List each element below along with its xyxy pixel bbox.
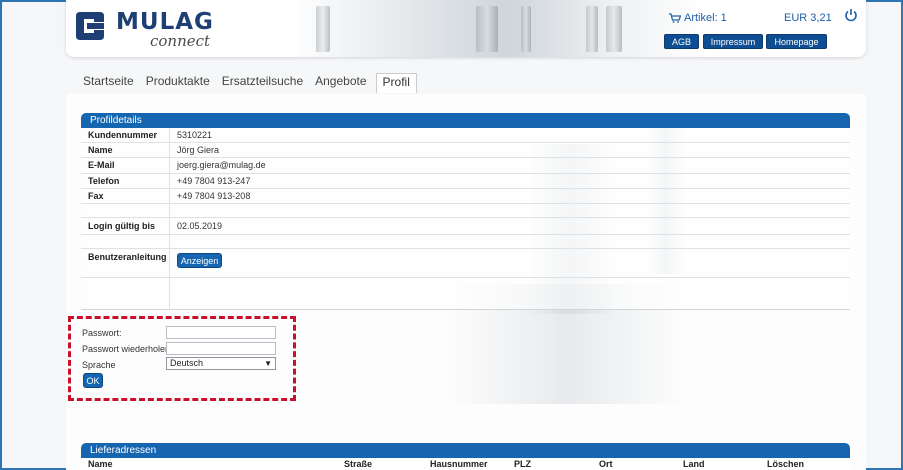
- cart-count: Artikel: 1: [684, 12, 727, 24]
- row-value: 02.05.2019: [177, 221, 223, 231]
- chevron-down-icon: ▼: [264, 359, 272, 368]
- row-value: [170, 204, 177, 217]
- table-row: E-Mail joerg.giera@mulag.de: [81, 158, 850, 174]
- tab-ersatzteilsuche[interactable]: Ersatzteilsuche: [219, 73, 306, 93]
- row-value: [170, 278, 177, 309]
- row-key: Name: [81, 143, 170, 157]
- row-value: [170, 235, 177, 248]
- row-value: 5310221: [177, 130, 213, 140]
- column-header: Ort: [599, 459, 613, 469]
- table-row: [81, 278, 850, 310]
- logo-subtitle: connect: [150, 32, 211, 50]
- header-decoration: [586, 6, 598, 52]
- header: MULAG connect Artikel: 1 EUR 3,21 AGB Im…: [66, 0, 866, 57]
- tab-produktakte[interactable]: Produktakte: [143, 73, 213, 93]
- table-row: Kundennummer 5310221: [81, 128, 850, 143]
- app-container: MULAG connect Artikel: 1 EUR 3,21 AGB Im…: [66, 0, 866, 470]
- column-header: Land: [683, 459, 705, 469]
- logo[interactable]: MULAG connect: [74, 8, 214, 50]
- mulag-logo-icon: [76, 12, 104, 40]
- header-decoration: [316, 6, 330, 52]
- column-header: Straße: [344, 459, 373, 469]
- row-key: Kundennummer: [81, 128, 170, 142]
- row-value: Jörg Giera: [177, 145, 220, 155]
- row-value: joerg.giera@mulag.de: [177, 160, 266, 170]
- column-header: Löschen: [767, 459, 805, 469]
- row-key: Login gültig bis: [81, 218, 170, 234]
- language-selected: Deutsch: [170, 358, 204, 368]
- tab-startseite[interactable]: Startseite: [80, 73, 137, 93]
- password-repeat-input[interactable]: [166, 342, 276, 355]
- power-icon[interactable]: [844, 8, 858, 22]
- header-decoration: [606, 6, 622, 52]
- delivery-panel-title: Lieferadressen: [81, 443, 850, 458]
- profile-panel-title: Profildetails: [81, 113, 850, 128]
- cart-icon: [669, 13, 681, 23]
- password-label: Passwort:: [82, 328, 122, 338]
- row-key: Benutzeranleitung: [81, 249, 170, 277]
- language-select[interactable]: Deutsch ▼: [166, 357, 276, 370]
- row-key: Fax: [81, 189, 170, 203]
- column-header: PLZ: [514, 459, 531, 469]
- password-repeat-label: Passwort wiederholen:: [82, 344, 173, 354]
- row-key: [81, 235, 170, 248]
- tab-angebote[interactable]: Angebote: [312, 73, 369, 93]
- main-tabs: Startseite Produktakte Ersatzteilsuche A…: [80, 73, 423, 93]
- column-header: Name: [88, 459, 113, 469]
- table-row: Name Jörg Giera: [81, 143, 850, 158]
- profile-table: Kundennummer 5310221 Name Jörg Giera E-M…: [81, 128, 850, 310]
- header-decoration: [521, 6, 531, 52]
- homepage-button[interactable]: Homepage: [766, 34, 827, 49]
- row-value: +49 7804 913-247: [177, 176, 251, 186]
- table-row: Benutzeranleitung Anzeigen: [81, 249, 850, 278]
- delivery-table-header: Name Straße Hausnummer PLZ Ort Land Lösc…: [81, 459, 850, 470]
- language-label: Sprache: [82, 360, 116, 370]
- row-key: [81, 204, 170, 217]
- table-row: Telefon +49 7804 913-247: [81, 174, 850, 189]
- table-row: Fax +49 7804 913-208: [81, 189, 850, 204]
- cart-total: EUR 3,21: [784, 12, 832, 24]
- table-row: [81, 204, 850, 218]
- cart-link[interactable]: Artikel: 1: [669, 12, 727, 24]
- table-row: [81, 235, 850, 249]
- impressum-button[interactable]: Impressum: [703, 34, 763, 49]
- row-value: +49 7804 913-208: [177, 191, 251, 201]
- column-header: Hausnummer: [430, 459, 488, 469]
- table-row: Login gültig bis 02.05.2019: [81, 218, 850, 235]
- row-value: Anzeigen: [170, 249, 222, 277]
- password-input[interactable]: [166, 326, 276, 339]
- header-decoration: [476, 6, 498, 52]
- row-key: [81, 278, 170, 310]
- agb-button[interactable]: AGB: [664, 34, 699, 49]
- row-key: E-Mail: [81, 158, 170, 173]
- tab-profil[interactable]: Profil: [375, 73, 417, 93]
- anzeigen-button[interactable]: Anzeigen: [177, 253, 222, 268]
- ok-button[interactable]: OK: [83, 373, 103, 388]
- row-key: Telefon: [81, 174, 170, 188]
